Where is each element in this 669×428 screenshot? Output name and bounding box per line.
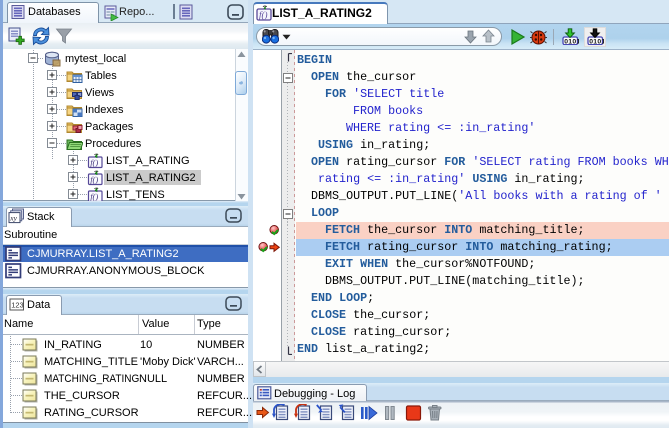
svg-text:f(): f() (90, 192, 98, 202)
svg-text:f(): f() (90, 158, 98, 168)
svg-text:f(): f() (90, 175, 98, 185)
svg-text:xy: xy (9, 214, 17, 223)
svg-text:0101: 0101 (564, 39, 579, 45)
svg-text:f(): f() (259, 10, 268, 20)
svg-text:123: 123 (11, 301, 24, 310)
svg-text:0101: 0101 (589, 39, 604, 45)
